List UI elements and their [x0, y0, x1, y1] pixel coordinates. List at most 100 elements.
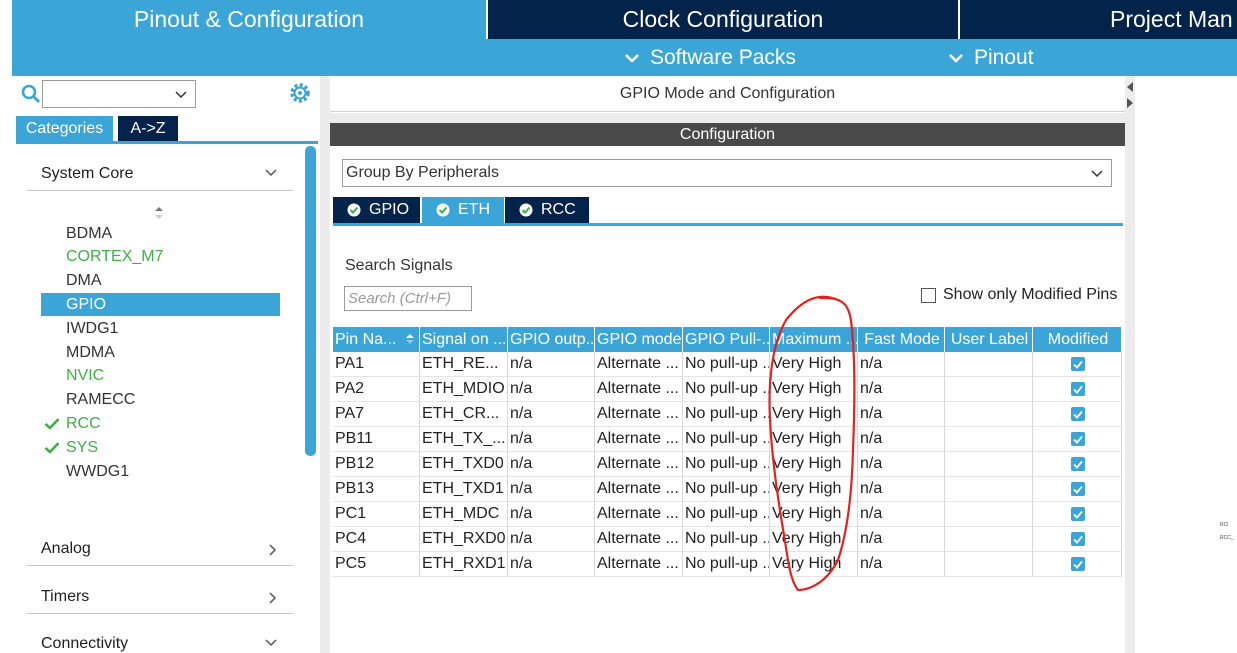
- tab-project-manager[interactable]: Project Man: [960, 0, 1237, 39]
- sidebar-item-mdma[interactable]: MDMA: [41, 341, 280, 364]
- cell-gpio-pull[interactable]: No pull-up ...: [683, 452, 770, 477]
- sidebar-item-bdma[interactable]: BDMA: [41, 222, 280, 245]
- panel-divider[interactable]: [1125, 76, 1135, 653]
- cell-fast-mode[interactable]: n/a: [858, 427, 945, 452]
- search-combobox[interactable]: [42, 80, 196, 108]
- column-header-gpio-output-level[interactable]: GPIO outp...: [508, 327, 595, 352]
- cell-pin-name[interactable]: PC1: [333, 502, 420, 527]
- table-row[interactable]: PC4 ETH_RXD0 n/a Alternate ... No pull-up ..…: [333, 527, 1122, 552]
- sidebar-item-wwdg1[interactable]: WWDG1: [41, 460, 280, 483]
- cell-pin-name[interactable]: PA7: [333, 402, 420, 427]
- category-system-core[interactable]: System Core: [27, 158, 293, 191]
- cell-gpio-output-level[interactable]: n/a: [508, 452, 595, 477]
- group-by-select[interactable]: Group By Peripherals: [342, 159, 1112, 187]
- cell-signal-on-pin[interactable]: ETH_RE...: [420, 352, 508, 377]
- cell-user-label[interactable]: [945, 402, 1033, 427]
- cell-user-label[interactable]: [945, 377, 1033, 402]
- modified-checkbox[interactable]: [1071, 357, 1085, 371]
- cell-gpio-pull[interactable]: No pull-up ...: [683, 427, 770, 452]
- modified-checkbox[interactable]: [1071, 557, 1085, 571]
- cell-gpio-mode[interactable]: Alternate ...: [595, 552, 683, 577]
- cell-user-label[interactable]: [945, 452, 1033, 477]
- gear-icon[interactable]: [289, 82, 311, 104]
- cell-gpio-pull[interactable]: No pull-up ...: [683, 502, 770, 527]
- cell-user-label[interactable]: [945, 352, 1033, 377]
- cell-maximum-output-speed[interactable]: Very High: [770, 477, 858, 502]
- cell-signal-on-pin[interactable]: ETH_MDIO: [420, 377, 508, 402]
- category-timers[interactable]: Timers: [27, 581, 293, 614]
- tab-clock-configuration[interactable]: Clock Configuration: [488, 0, 958, 39]
- table-row[interactable]: PC5 ETH_RXD1 n/a Alternate ... No pull-up ..…: [333, 552, 1122, 577]
- show-modified-pins-checkbox[interactable]: Show only Modified Pins: [921, 285, 1117, 305]
- cell-fast-mode[interactable]: n/a: [858, 477, 945, 502]
- modified-checkbox[interactable]: [1071, 507, 1085, 521]
- column-header-fast-mode[interactable]: Fast Mode: [858, 327, 945, 352]
- cell-gpio-pull[interactable]: No pull-up ...: [683, 377, 770, 402]
- cell-fast-mode[interactable]: n/a: [858, 502, 945, 527]
- cell-user-label[interactable]: [945, 477, 1033, 502]
- table-row[interactable]: PA1 ETH_RE... n/a Alternate ... No pull-up .…: [333, 352, 1122, 377]
- cell-pin-name[interactable]: PB13: [333, 477, 420, 502]
- cell-maximum-output-speed[interactable]: Very High: [770, 502, 858, 527]
- cell-pin-name[interactable]: PC4: [333, 527, 420, 552]
- table-row[interactable]: PB12 ETH_TXD0 n/a Alternate ... No pull-up .…: [333, 452, 1122, 477]
- modified-checkbox[interactable]: [1071, 432, 1085, 446]
- table-row[interactable]: PB11 ETH_TX_... n/a Alternate ... No pull-up…: [333, 427, 1122, 452]
- cell-gpio-mode[interactable]: Alternate ...: [595, 377, 683, 402]
- panel-divider[interactable]: [320, 76, 330, 653]
- sidebar-item-nvic[interactable]: NVIC: [41, 365, 280, 388]
- cell-pin-name[interactable]: PA1: [333, 352, 420, 377]
- tab-categories[interactable]: Categories: [16, 116, 113, 141]
- cell-maximum-output-speed[interactable]: Very High: [770, 452, 858, 477]
- pinout-menu[interactable]: Pinout: [948, 39, 1034, 76]
- sidebar-item-iwdg1[interactable]: IWDG1: [41, 317, 280, 340]
- cell-gpio-output-level[interactable]: n/a: [508, 402, 595, 427]
- column-header-gpio-mode[interactable]: GPIO mode: [595, 327, 683, 352]
- cell-signal-on-pin[interactable]: ETH_RXD1: [420, 552, 508, 577]
- tab-rcc[interactable]: RCC: [505, 197, 589, 223]
- cell-gpio-output-level[interactable]: n/a: [508, 502, 595, 527]
- tab-gpio[interactable]: GPIO: [333, 197, 420, 223]
- sidebar-item-rcc[interactable]: RCC: [41, 412, 280, 435]
- cell-gpio-pull[interactable]: No pull-up ...: [683, 527, 770, 552]
- modified-checkbox[interactable]: [1071, 407, 1085, 421]
- cell-fast-mode[interactable]: n/a: [858, 552, 945, 577]
- cell-pin-name[interactable]: PB11: [333, 427, 420, 452]
- table-row[interactable]: PB13 ETH_TXD1 n/a Alternate ... No pull-up .…: [333, 477, 1122, 502]
- cell-signal-on-pin[interactable]: ETH_RXD0: [420, 527, 508, 552]
- cell-gpio-mode[interactable]: Alternate ...: [595, 352, 683, 377]
- column-header-modified[interactable]: Modified: [1033, 327, 1122, 352]
- cell-gpio-mode[interactable]: Alternate ...: [595, 502, 683, 527]
- table-row[interactable]: PA7 ETH_CR... n/a Alternate ... No pull-up .…: [333, 402, 1122, 427]
- cell-gpio-mode[interactable]: Alternate ...: [595, 427, 683, 452]
- cell-gpio-output-level[interactable]: n/a: [508, 552, 595, 577]
- category-analog[interactable]: Analog: [27, 533, 293, 566]
- cell-user-label[interactable]: [945, 427, 1033, 452]
- modified-checkbox[interactable]: [1071, 457, 1085, 471]
- cell-signal-on-pin[interactable]: ETH_TXD1: [420, 477, 508, 502]
- sort-icon[interactable]: [405, 333, 415, 345]
- sidebar-item-ramecc[interactable]: RAMECC: [41, 389, 280, 412]
- cell-gpio-pull[interactable]: No pull-up ...: [683, 552, 770, 577]
- cell-fast-mode[interactable]: n/a: [858, 452, 945, 477]
- cell-gpio-pull[interactable]: No pull-up ...: [683, 477, 770, 502]
- cell-signal-on-pin[interactable]: ETH_CR...: [420, 402, 508, 427]
- cell-gpio-pull[interactable]: No pull-up ...: [683, 352, 770, 377]
- checkbox-box[interactable]: [921, 287, 936, 303]
- cell-gpio-output-level[interactable]: n/a: [508, 527, 595, 552]
- software-packs-menu[interactable]: Software Packs: [624, 39, 796, 76]
- cell-gpio-output-level[interactable]: n/a: [508, 352, 595, 377]
- column-header-user-label[interactable]: User Label: [945, 327, 1033, 352]
- cell-gpio-mode[interactable]: Alternate ...: [595, 402, 683, 427]
- cell-signal-on-pin[interactable]: ETH_TXD0: [420, 452, 508, 477]
- cell-pin-name[interactable]: PA2: [333, 377, 420, 402]
- table-row[interactable]: PC1 ETH_MDC n/a Alternate ... No pull-up ...…: [333, 502, 1122, 527]
- column-header-signal-on-pin[interactable]: Signal on ...: [420, 327, 508, 352]
- tab-eth[interactable]: ETH: [422, 197, 504, 223]
- cell-gpio-pull[interactable]: No pull-up ...: [683, 402, 770, 427]
- cell-gpio-output-level[interactable]: n/a: [508, 427, 595, 452]
- column-header-maximum-output-speed[interactable]: Maximum ...: [770, 327, 858, 352]
- modified-checkbox[interactable]: [1071, 532, 1085, 546]
- cell-signal-on-pin[interactable]: ETH_MDC: [420, 502, 508, 527]
- cell-fast-mode[interactable]: n/a: [858, 527, 945, 552]
